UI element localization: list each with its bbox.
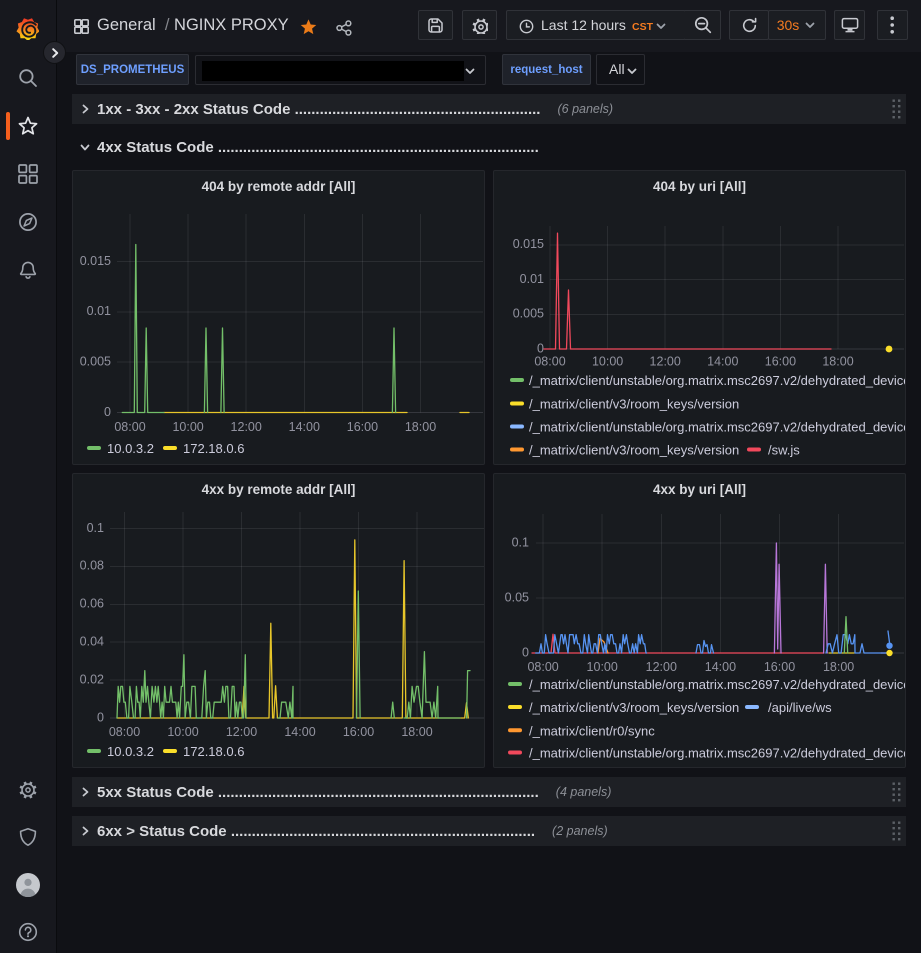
svg-text:0.08: 0.08 <box>80 559 104 573</box>
svg-text:10:00: 10:00 <box>587 660 618 674</box>
svg-text:08:00: 08:00 <box>109 725 140 739</box>
svg-text:0.06: 0.06 <box>80 597 104 611</box>
svg-text:/_matrix/client/unstable/org.m: /_matrix/client/unstable/org.matrix.msc2… <box>529 746 906 761</box>
svg-text:/_matrix/client/v3/room_keys/v: /_matrix/client/v3/room_keys/version <box>529 700 739 715</box>
svg-text:/_matrix/client/v3/room_keys/v: /_matrix/client/v3/room_keys/version <box>529 397 739 412</box>
svg-text:16:00: 16:00 <box>347 420 378 434</box>
svg-text:16:00: 16:00 <box>764 660 795 674</box>
svg-text:/sw.js: /sw.js <box>768 443 800 458</box>
svg-text:0: 0 <box>104 405 111 419</box>
svg-text:18:00: 18:00 <box>822 355 853 369</box>
svg-text:/_matrix/client/r0/sync: /_matrix/client/r0/sync <box>529 723 655 738</box>
svg-text:/_matrix/client/unstable/org.m: /_matrix/client/unstable/org.matrix.msc2… <box>529 420 906 435</box>
svg-text:14:00: 14:00 <box>705 660 736 674</box>
svg-text:08:00: 08:00 <box>114 420 145 434</box>
svg-text:0.04: 0.04 <box>80 634 104 648</box>
svg-text:0.015: 0.015 <box>513 237 544 251</box>
svg-text:0.1: 0.1 <box>512 535 529 549</box>
svg-text:18:00: 18:00 <box>401 725 432 739</box>
svg-text:0: 0 <box>97 710 104 724</box>
svg-text:0: 0 <box>522 645 529 659</box>
svg-text:10:00: 10:00 <box>167 725 198 739</box>
svg-text:0.1: 0.1 <box>87 521 104 535</box>
svg-text:18:00: 18:00 <box>823 660 854 674</box>
svg-text:0.02: 0.02 <box>80 672 104 686</box>
svg-text:0.01: 0.01 <box>520 272 544 286</box>
svg-text:10:00: 10:00 <box>172 420 203 434</box>
svg-text:172.18.0.6: 172.18.0.6 <box>183 744 244 759</box>
svg-text:12:00: 12:00 <box>650 355 681 369</box>
svg-text:08:00: 08:00 <box>527 660 558 674</box>
svg-text:0.015: 0.015 <box>80 254 111 268</box>
svg-text:10.0.3.2: 10.0.3.2 <box>107 441 154 456</box>
svg-text:/_matrix/client/v3/room_keys/v: /_matrix/client/v3/room_keys/version <box>529 443 739 458</box>
svg-text:/api/live/ws: /api/live/ws <box>768 700 832 715</box>
svg-text:14:00: 14:00 <box>289 420 320 434</box>
svg-text:10:00: 10:00 <box>592 355 623 369</box>
svg-text:14:00: 14:00 <box>707 355 738 369</box>
svg-text:0.005: 0.005 <box>80 354 111 368</box>
svg-text:16:00: 16:00 <box>765 355 796 369</box>
svg-text:16:00: 16:00 <box>343 725 374 739</box>
svg-text:12:00: 12:00 <box>231 420 262 434</box>
svg-text:14:00: 14:00 <box>284 725 315 739</box>
svg-text:/_matrix/client/unstable/org.m: /_matrix/client/unstable/org.matrix.msc2… <box>529 677 906 692</box>
svg-text:0.05: 0.05 <box>505 590 529 604</box>
svg-text:0.005: 0.005 <box>513 307 544 321</box>
svg-text:12:00: 12:00 <box>226 725 257 739</box>
svg-text:10.0.3.2: 10.0.3.2 <box>107 744 154 759</box>
svg-text:/_matrix/client/unstable/org.m: /_matrix/client/unstable/org.matrix.msc2… <box>529 373 906 388</box>
svg-text:08:00: 08:00 <box>534 355 565 369</box>
svg-text:18:00: 18:00 <box>405 420 436 434</box>
svg-text:172.18.0.6: 172.18.0.6 <box>183 441 244 456</box>
svg-text:12:00: 12:00 <box>646 660 677 674</box>
svg-text:0.01: 0.01 <box>87 304 111 318</box>
svg-text:0: 0 <box>537 341 544 355</box>
